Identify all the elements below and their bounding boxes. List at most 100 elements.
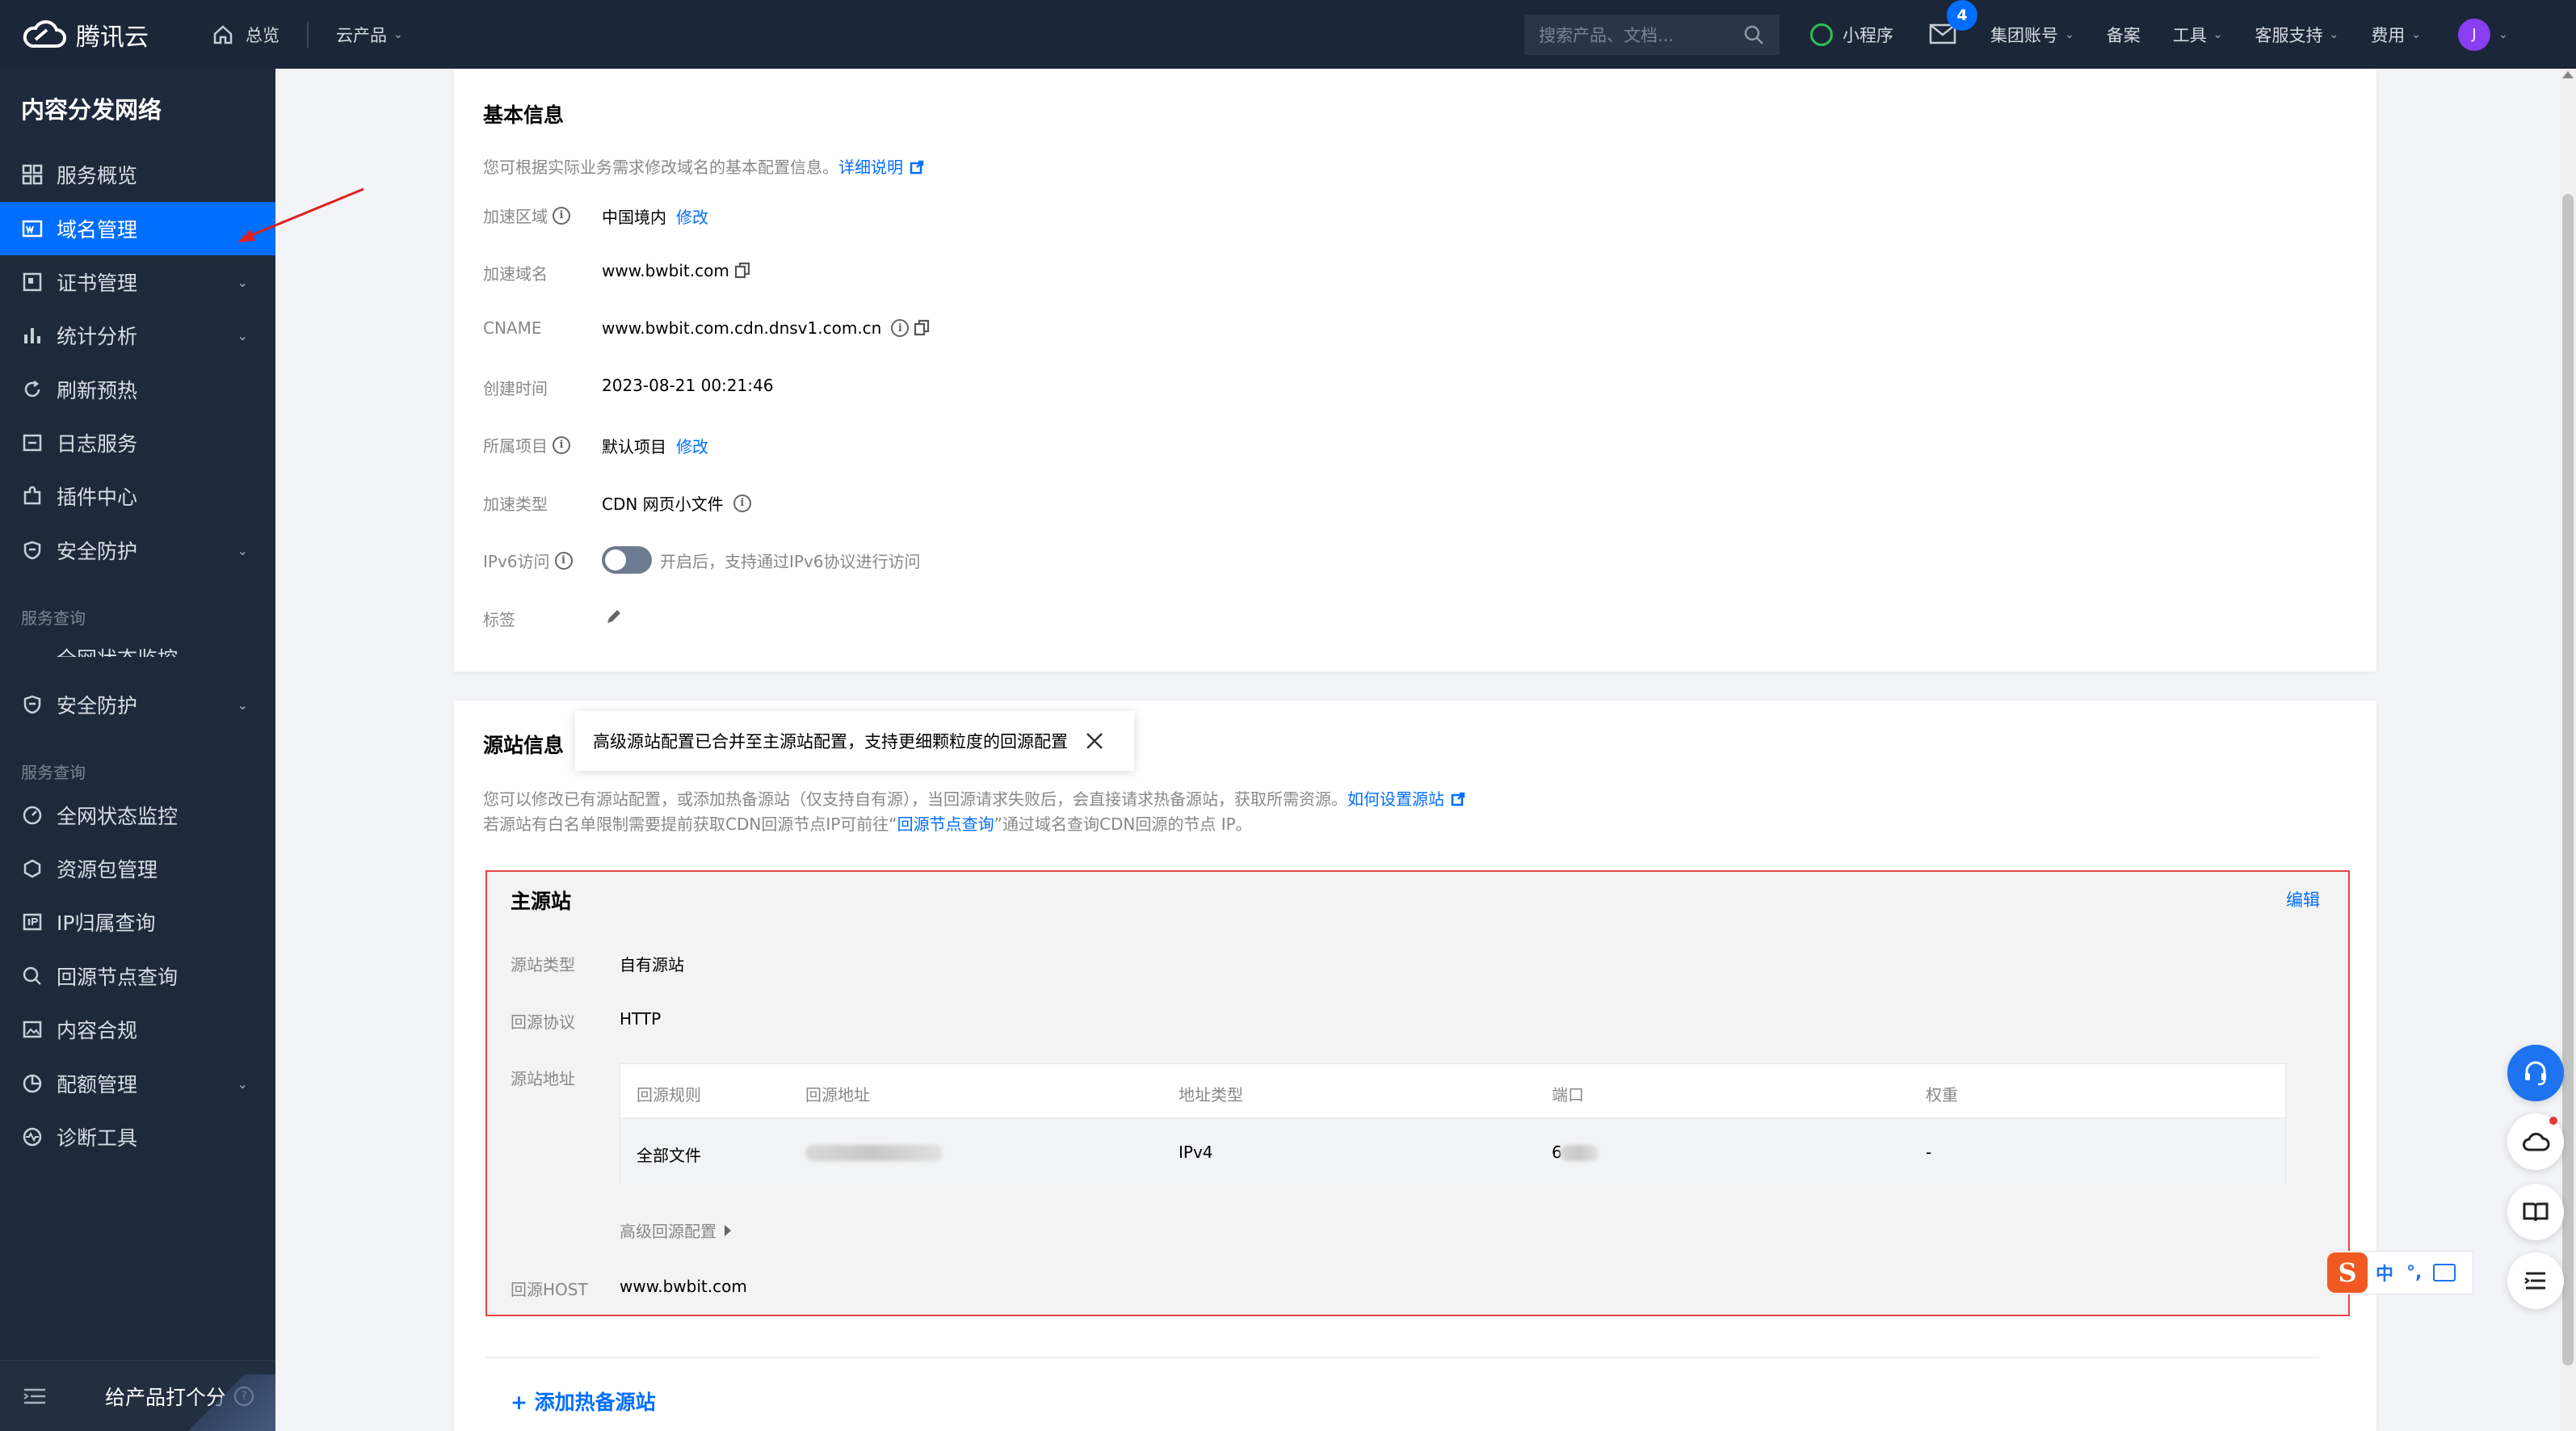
ime-chinese-mode[interactable]: 中: [2376, 1260, 2393, 1286]
sidebar-item-label: 插件中心: [57, 486, 138, 509]
modify-region-link[interactable]: 修改: [676, 204, 708, 228]
sidebar-item-logs[interactable]: 日志服务: [0, 416, 275, 469]
modify-project-link[interactable]: 修改: [676, 434, 708, 457]
sidebar-item-label: 全网状态监控: [57, 805, 179, 828]
group-account-menu[interactable]: 集团账号 ⌄: [1990, 23, 2074, 47]
decoration-graphic: [187, 1374, 275, 1431]
search-icon[interactable]: [1742, 23, 1765, 46]
billing-menu[interactable]: 费用 ⌄: [2371, 23, 2421, 47]
origin-description-1: 您可以修改已有源站配置，或添加热备源站（仅支持自有源），当回源请求失败后，会直接…: [483, 786, 1465, 810]
support-menu[interactable]: 客服支持 ⌄: [2255, 23, 2339, 47]
sidebar-item-diagnostics[interactable]: 诊断工具: [0, 1110, 275, 1164]
list-icon: [2524, 1272, 2545, 1290]
ipv6-toggle[interactable]: [602, 546, 652, 574]
sidebar-item-label: 安全防护: [57, 694, 138, 718]
sidebar-item-clipped: 全网状态监控: [0, 639, 275, 657]
sidebar-item-label: 内容合规: [57, 1019, 138, 1042]
sidebar-item-network-monitor[interactable]: 全网状态监控: [0, 789, 275, 842]
sidebar-item-label: 安全防护: [57, 540, 138, 563]
created-value: 2023-08-21 00:21:46: [602, 376, 774, 395]
region-label: 加速区域 i: [483, 204, 570, 227]
ime-punctuation-mode[interactable]: °,: [2406, 1263, 2422, 1283]
beian-link[interactable]: 备案: [2107, 23, 2141, 47]
sidebar-item-quota[interactable]: 配额管理 ⌄: [0, 1057, 275, 1110]
tools-menu[interactable]: 工具 ⌄: [2173, 23, 2223, 47]
sidebar-item-label: 回源节点查询: [57, 966, 179, 989]
basic-info-desc-text: 您可根据实际业务需求修改域名的基本配置信息。: [483, 158, 838, 177]
how-to-set-origin-link[interactable]: 如何设置源站: [1347, 789, 1444, 809]
sidebar-item-plugins[interactable]: 插件中心: [0, 469, 275, 523]
sidebar-item-security-2[interactable]: 安全防护 ⌄: [0, 678, 275, 731]
cname-value: www.bwbit.com.cdn.dnsv1.com.cn i: [602, 318, 930, 338]
chevron-down-icon: ⌄: [237, 542, 248, 558]
address-type-cell: IPv4: [1179, 1143, 1213, 1162]
pie-icon: [21, 1072, 44, 1095]
advanced-origin-config-toggle[interactable]: 高级回源配置: [620, 1218, 731, 1242]
mini-program-link[interactable]: 小程序: [1810, 23, 1893, 47]
external-link-icon[interactable]: [1451, 792, 1465, 806]
message-button[interactable]: 4: [1929, 0, 1977, 47]
origin-node-lookup-link[interactable]: 回源节点查询: [897, 814, 994, 834]
sidebar-item-statistics[interactable]: 统计分析 ⌄: [0, 309, 275, 362]
project-value-text: 默认项目: [602, 437, 666, 457]
info-icon[interactable]: i: [554, 551, 573, 570]
sidebar-item-label: 统计分析: [57, 325, 138, 348]
ipv6-label: IPv6访问 i: [483, 549, 573, 572]
details-link[interactable]: 详细说明: [838, 158, 903, 177]
ime-toolbar[interactable]: S 中 °,: [2327, 1251, 2473, 1294]
add-hot-standby-origin-button[interactable]: + 添加热备源站: [511, 1387, 656, 1416]
edit-origin-button[interactable]: 编辑: [2286, 887, 2320, 911]
info-icon[interactable]: i: [553, 436, 570, 454]
info-icon[interactable]: i: [891, 319, 910, 337]
sidebar-item-label: 域名管理: [57, 218, 138, 242]
overview-link[interactable]: 总览: [212, 23, 279, 47]
package-icon: [21, 857, 44, 880]
column-header: 端口: [1552, 1085, 1584, 1105]
info-icon[interactable]: i: [553, 206, 570, 225]
headset-icon: [2525, 1061, 2546, 1086]
project-value: 默认项目 修改: [602, 434, 708, 457]
sidebar-item-certificates[interactable]: 证书管理 ⌄: [0, 255, 275, 309]
copy-icon[interactable]: [914, 319, 930, 337]
close-icon[interactable]: [1084, 730, 1105, 751]
cloud-products-menu[interactable]: 云产品 ⌄: [336, 23, 403, 47]
shield-icon: [21, 539, 44, 562]
sidebar-item-security[interactable]: 安全防护 ⌄: [0, 524, 275, 577]
domain-value-text: www.bwbit.com: [602, 261, 729, 280]
info-icon[interactable]: i: [733, 494, 751, 512]
search-input[interactable]: 搜索产品、文档...: [1524, 14, 1780, 55]
chevron-down-icon[interactable]: ⌄: [2498, 28, 2508, 41]
sidebar-item-ip-lookup[interactable]: IP归属查询: [0, 895, 275, 949]
sidebar-item-refresh-preheat[interactable]: 刷新预热: [0, 363, 275, 416]
brand-logo[interactable]: 腾讯云: [19, 17, 181, 53]
mini-program-icon: [1810, 23, 1833, 46]
sidebar-item-network-monitor-clipped[interactable]: 全网状态监控: [0, 639, 275, 657]
project-label: 所属项目 i: [483, 433, 570, 457]
documentation-button[interactable]: [2507, 1184, 2564, 1240]
sidebar-item-origin-node-lookup[interactable]: 回源节点查询: [0, 949, 275, 1003]
ipv6-label-text: IPv6访问: [483, 552, 550, 571]
copy-icon[interactable]: [734, 262, 750, 280]
scroll-up-arrow-icon[interactable]: [2562, 71, 2574, 78]
menu-list-button[interactable]: [2507, 1252, 2564, 1309]
ipv6-value: 开启后，支持通过IPv6协议进行访问: [602, 546, 921, 574]
origin-description-2: 若源站有白名单限制需要提前获取CDN回源节点IP可前往“回源节点查询”通过域名查…: [483, 811, 1252, 835]
scrollbar-thumb[interactable]: [2562, 194, 2574, 1366]
image-icon: [21, 1018, 44, 1041]
collapse-sidebar-icon[interactable]: [23, 1387, 47, 1406]
grid-icon: [21, 163, 44, 186]
edit-pencil-icon[interactable]: [604, 607, 624, 626]
external-link-icon[interactable]: [910, 160, 924, 175]
origin-host-label: 回源HOST: [511, 1280, 588, 1299]
created-label: 创建时间: [483, 379, 548, 398]
gauge-icon: [21, 646, 44, 657]
cloud-assistant-button[interactable]: [2507, 1113, 2564, 1170]
sidebar-item-resource-packages[interactable]: 资源包管理: [0, 842, 275, 895]
sidebar-item-content-compliance[interactable]: 内容合规: [0, 1003, 275, 1056]
sidebar-item-label: 服务概览: [57, 164, 138, 187]
keyboard-icon[interactable]: [2433, 1264, 2456, 1282]
tools-label: 工具: [2172, 25, 2207, 45]
user-avatar[interactable]: J: [2457, 18, 2490, 51]
origin-protocol-label: 回源协议: [511, 1012, 575, 1032]
customer-service-button[interactable]: [2507, 1045, 2564, 1101]
